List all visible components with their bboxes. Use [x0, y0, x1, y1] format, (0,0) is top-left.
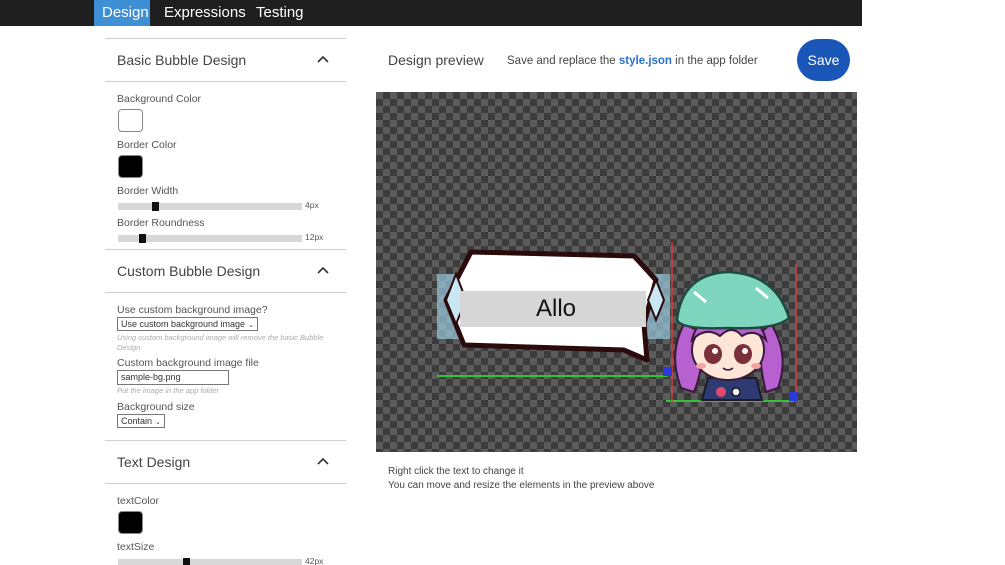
save-instructions: Save and replace the style.json in the a… [507, 55, 758, 67]
background-color-label: Background Color [117, 93, 202, 105]
bubble-text[interactable]: Allo [476, 295, 636, 323]
select-value: Contain [121, 416, 153, 426]
use-custom-bg-label: Use custom background image? [117, 304, 268, 316]
custom-bg-file-label: Custom background image file [117, 357, 259, 369]
background-size-select[interactable]: Contain ⌄ [117, 414, 165, 428]
slider-thumb[interactable] [138, 234, 146, 243]
save-button[interactable]: Save [797, 39, 850, 81]
top-tab-bar: Design Expressions Testing [0, 0, 862, 26]
background-color-swatch[interactable] [118, 109, 143, 132]
use-custom-bg-select[interactable]: Use custom background image ⌄ [117, 317, 258, 331]
chevron-down-icon: ⌄ [248, 322, 254, 329]
note-prefix: Save and replace the [507, 55, 616, 67]
custom-bg-file-hint: Put the image in the app folder [117, 386, 220, 395]
tab-expressions[interactable]: Expressions [156, 0, 254, 26]
border-width-slider[interactable] [118, 202, 302, 211]
design-preview-title: Design preview [388, 52, 484, 68]
custom-bubble-design-header[interactable]: Custom Bubble Design [105, 249, 346, 293]
design-preview-canvas[interactable]: Allo [376, 92, 857, 452]
text-size-value: 42px [305, 556, 324, 565]
border-roundness-slider[interactable] [118, 234, 302, 243]
section-title: Text Design [117, 454, 191, 470]
chevron-up-icon[interactable] [316, 454, 330, 468]
section-title: Basic Bubble Design [117, 52, 247, 68]
resize-handle[interactable] [663, 367, 672, 376]
chevron-down-icon: ⌄ [155, 419, 161, 426]
chevron-up-icon[interactable] [316, 52, 330, 66]
use-custom-bg-hint: Using custom background image will remov… [117, 333, 324, 352]
custom-bg-file-input[interactable]: sample-bg.png [117, 370, 229, 385]
chevron-up-icon[interactable] [316, 263, 330, 277]
text-size-slider[interactable] [118, 558, 302, 565]
border-width-label: Border Width [117, 185, 179, 197]
style-json-filename: style.json [618, 55, 672, 67]
slider-thumb[interactable] [151, 202, 159, 211]
background-size-label: Background size [117, 401, 195, 413]
border-roundness-value: 12px [305, 232, 324, 242]
border-roundness-label: Border Roundness [117, 217, 205, 229]
select-value: Use custom background image [121, 319, 246, 329]
border-color-swatch[interactable] [118, 155, 143, 178]
text-color-label: textColor [117, 495, 160, 507]
settings-sidebar: Basic Bubble Design Background Color Bor… [105, 38, 346, 565]
border-color-label: Border Color [117, 139, 177, 151]
text-design-header[interactable]: Text Design [105, 440, 346, 484]
resize-handle[interactable] [789, 392, 798, 401]
character-sprite[interactable] [674, 270, 791, 401]
text-size-label: textSize [117, 541, 155, 553]
tab-design[interactable]: Design [94, 0, 150, 26]
help-text-line1: Right click the text to change it [388, 466, 524, 477]
border-width-value: 4px [305, 200, 319, 210]
section-title: Custom Bubble Design [117, 263, 261, 279]
basic-bubble-design-header[interactable]: Basic Bubble Design [105, 38, 346, 82]
note-suffix: in the app folder [675, 55, 758, 67]
slider-thumb[interactable] [183, 558, 191, 565]
text-color-swatch[interactable] [118, 511, 143, 534]
help-text-line2: You can move and resize the elements in … [388, 480, 655, 491]
tab-testing[interactable]: Testing [248, 0, 312, 26]
